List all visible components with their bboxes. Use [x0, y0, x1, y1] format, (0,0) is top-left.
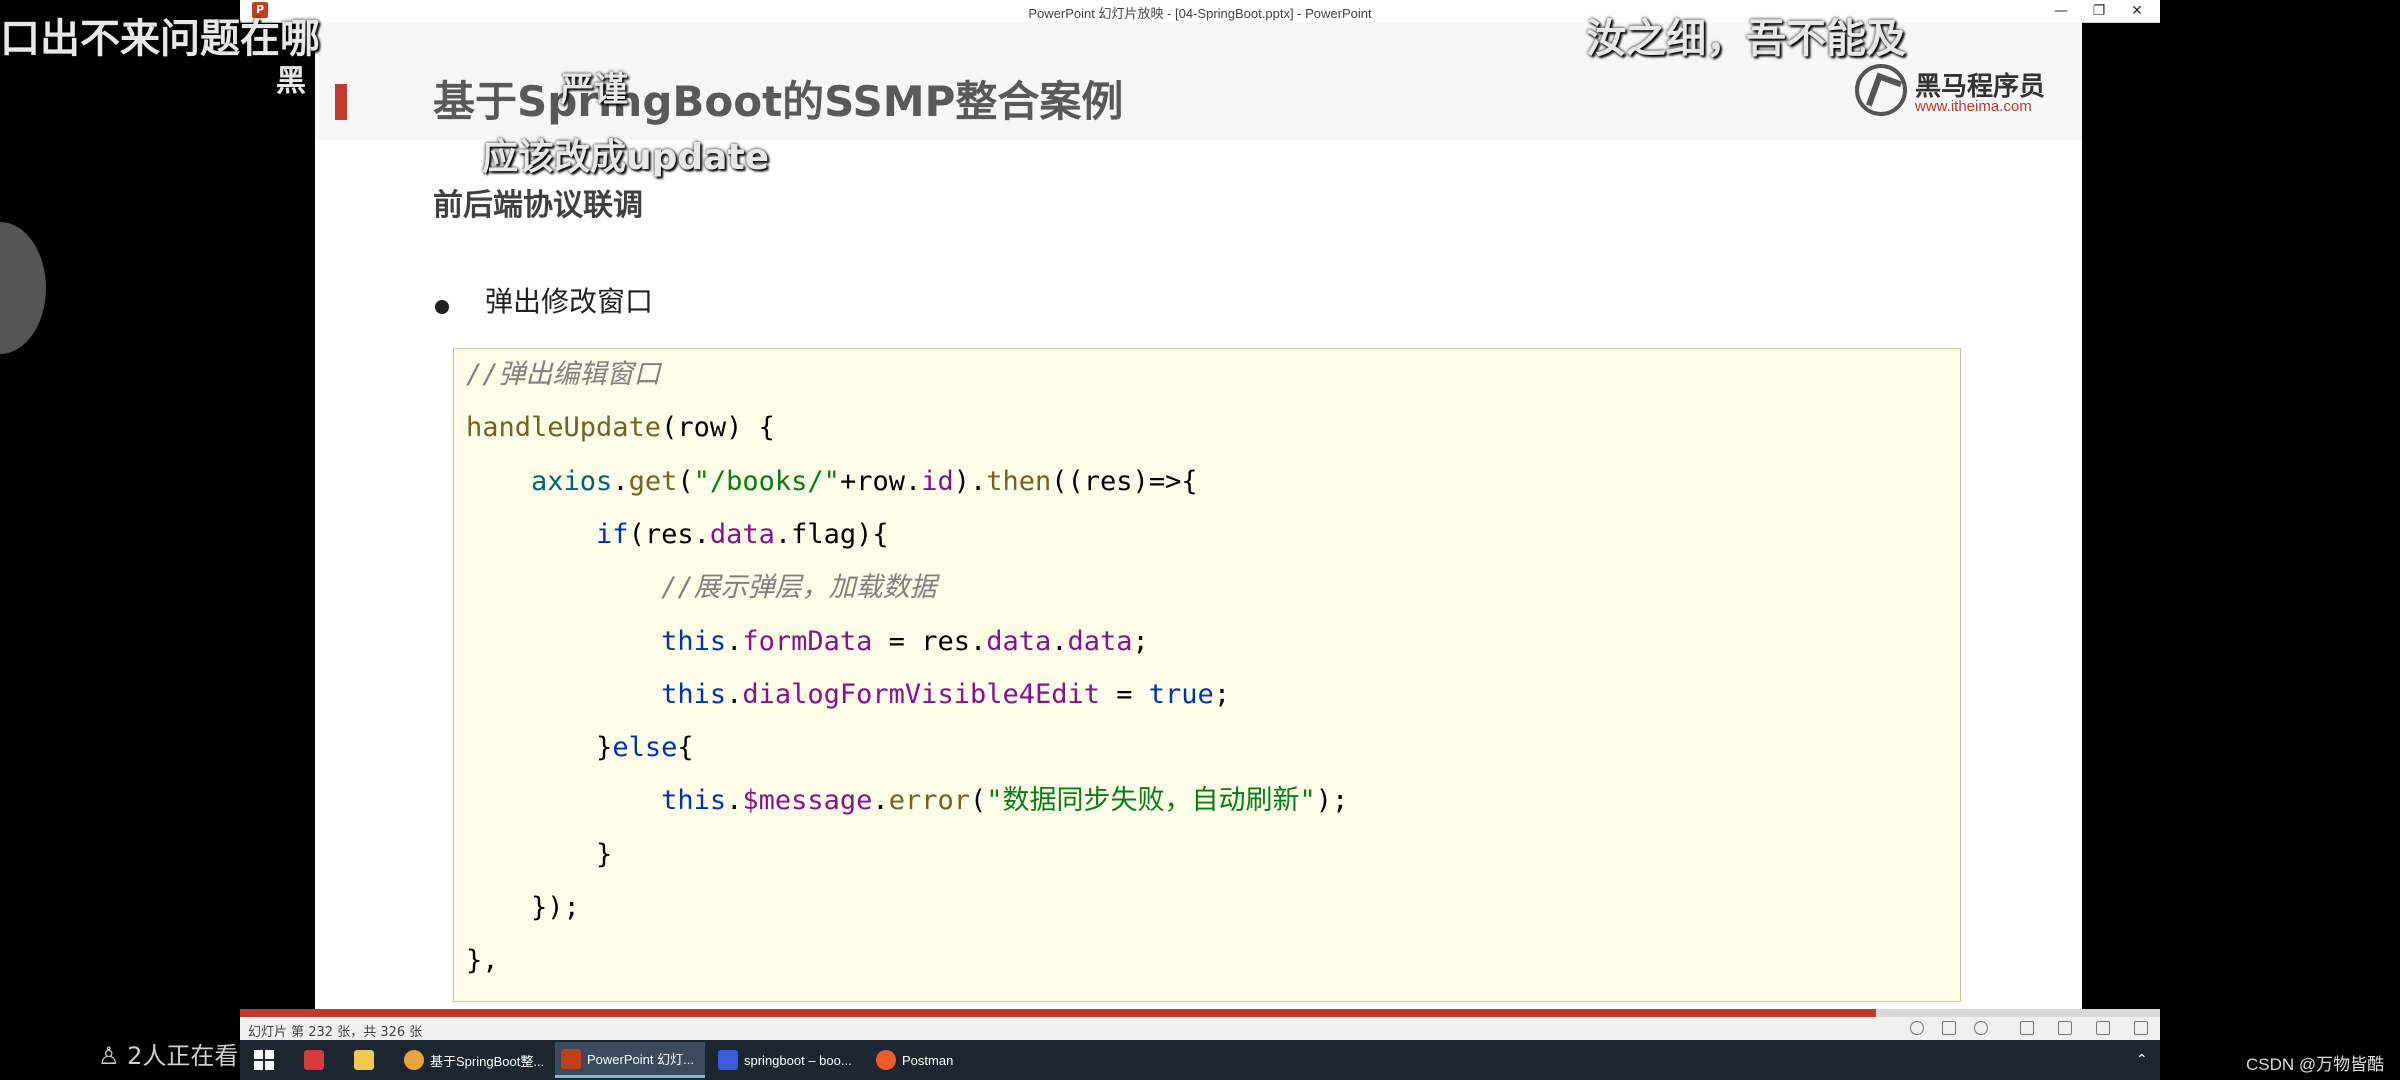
normal-view-icon[interactable]: [2020, 1021, 2034, 1035]
next-slide-icon[interactable]: [1974, 1021, 1988, 1035]
reading-view-icon[interactable]: [2096, 1021, 2110, 1035]
slideshow-statusbar: 幻灯片 第 232 张，共 326 张: [240, 1009, 2160, 1041]
postman-icon: [876, 1050, 896, 1070]
code-line: axios.get("/books/"+row.id).then((res)=>…: [531, 465, 1198, 497]
floating-avatar[interactable]: [0, 222, 46, 354]
file-explorer-button[interactable]: [348, 1042, 378, 1078]
windows-taskbar: 基于SpringBoot整... PowerPoint 幻灯... springbo…: [240, 1040, 2160, 1080]
csdn-watermark: CSDN @万物皆酷: [2246, 1055, 2385, 1074]
code-line: //展示弹层，加载数据: [466, 572, 937, 604]
code-block: //弹出编辑窗口 handleUpdate(row) { axios.get("/…: [453, 348, 1961, 1002]
code-line: },: [466, 945, 499, 977]
taskbar-item[interactable]: PowerPoint 幻灯...: [555, 1042, 705, 1078]
code-line: this.$message.error("数据同步失败，自动刷新");: [661, 785, 1349, 817]
horse-logo-icon: [1855, 64, 1907, 116]
viewer-count: ♙ 2人正在看: [98, 1036, 238, 1071]
code-line: }: [466, 838, 613, 870]
windows-start-icon[interactable]: [254, 1050, 274, 1070]
taskbar-item[interactable]: Postman: [870, 1042, 980, 1078]
taskbar-item-label: springboot – boo...: [744, 1052, 852, 1068]
slide-sorter-icon[interactable]: [2058, 1021, 2072, 1035]
taskbar-item-label: 基于SpringBoot整...: [430, 1053, 545, 1069]
slide-progress-fill: [240, 1009, 1876, 1017]
danmaku-comment: 应该改成update: [482, 137, 770, 178]
intellij-icon: [718, 1050, 738, 1070]
danmaku-comment: 黑: [276, 64, 306, 99]
slide-menu-icon[interactable]: [1942, 1021, 1956, 1035]
viewer-icon: ♙: [98, 1042, 120, 1070]
viewer-count-text: 2人正在看: [127, 1042, 239, 1070]
code-line: this.formData = res.data.data;: [661, 625, 1149, 657]
close-button[interactable]: ✕: [2114, 0, 2160, 22]
chrome-icon: [404, 1050, 424, 1070]
logo-url: www.itheima.com: [1915, 98, 2032, 115]
danmaku-comment: 严谨: [560, 70, 628, 110]
itheima-logo: 黑马程序员 www.itheima.com: [1855, 62, 2045, 122]
chevron-up-icon[interactable]: ⌃: [2136, 1052, 2148, 1068]
code-line: handleUpdate(row) {: [466, 412, 775, 444]
folder-icon: [354, 1050, 374, 1070]
slide-subtitle: 前后端协议联调: [433, 188, 643, 223]
bullet-dot: [435, 300, 449, 314]
slide-title: 基于SpringBoot的SSMP整合案例: [433, 77, 1124, 126]
app-icon: [304, 1050, 324, 1070]
code-line: }else{: [466, 732, 694, 764]
powerpoint-icon: [561, 1048, 581, 1069]
code-line: });: [466, 892, 580, 923]
taskbar-item[interactable]: springboot – boo...: [712, 1042, 862, 1078]
code-line: this.dialogFormVisible4Edit = true;: [661, 678, 1231, 710]
danmaku-comment: 汝之细，吾不能及: [1586, 16, 1906, 62]
slide-counter: 幻灯片 第 232 张，共 326 张: [248, 1025, 423, 1040]
title-accent-mark: [335, 84, 347, 120]
slideshow-view-icon[interactable]: [2134, 1021, 2148, 1035]
taskbar-item-label: PowerPoint 幻灯...: [587, 1052, 694, 1067]
danmaku-comment: 口出不来问题在哪: [0, 16, 320, 62]
code-line: //弹出编辑窗口: [466, 359, 661, 390]
slide-progress-bar: [240, 1009, 2160, 1017]
taskbar-item-label: Postman: [902, 1052, 954, 1068]
prev-slide-icon[interactable]: [1910, 1021, 1924, 1035]
taskbar-item[interactable]: 基于SpringBoot整...: [398, 1042, 548, 1078]
bullet-text: 弹出修改窗口: [485, 285, 654, 318]
taskbar-app-icon[interactable]: [298, 1042, 328, 1078]
code-line: if(res.data.flag){: [596, 518, 889, 550]
